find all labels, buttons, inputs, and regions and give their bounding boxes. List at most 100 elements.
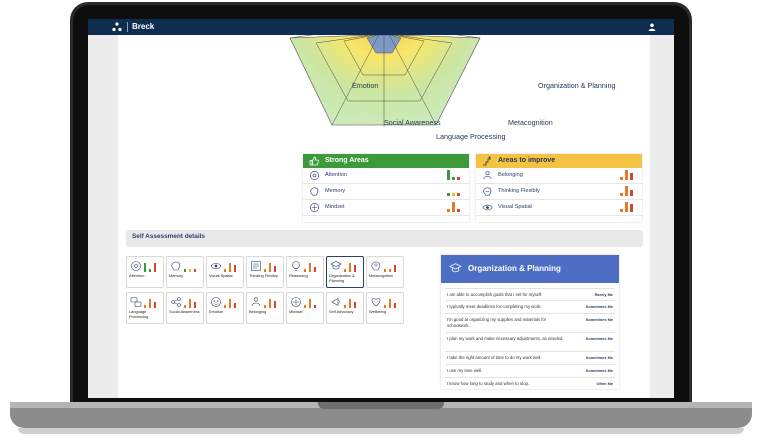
tile-label: Memory: [169, 273, 184, 278]
improve-area-label: Thinking Flexibly: [498, 188, 540, 194]
improve-area-label: Belonging: [498, 172, 523, 178]
detail-title: Organization & Planning: [468, 264, 561, 273]
belonging-icon: [251, 297, 261, 307]
score-bars: [184, 262, 200, 272]
thinking-flexibly-icon: [251, 261, 261, 271]
screen: Breck Emotion Organization & Planning So…: [88, 19, 674, 398]
brand-name[interactable]: Breck: [132, 21, 154, 33]
answer-text: Sometimes Me: [585, 368, 613, 373]
belonging-icon: [483, 171, 492, 180]
wellbeing-icon: [371, 298, 381, 307]
self-assessment-title: Self Assessment details: [132, 233, 205, 240]
detail-panel: Organization & Planning I am able to acc…: [441, 255, 619, 389]
tile-social-awareness[interactable]: Social Awareness: [166, 292, 204, 324]
score-bars: [620, 170, 634, 180]
question-row: I use my time well. Sometimes Me: [445, 364, 615, 377]
score-bars: [304, 298, 320, 308]
score-bars: [384, 298, 400, 308]
memory-icon: [310, 187, 319, 196]
score-bars: [144, 298, 160, 308]
score-bars: [264, 262, 280, 272]
tile-language-processing[interactable]: Language Processing: [126, 292, 164, 324]
score-bars: [447, 202, 461, 212]
score-bars: [304, 262, 320, 272]
answer-text: Sometimes Me: [585, 304, 613, 309]
answer-text: Sometimes Me: [585, 355, 613, 360]
improve-area-row[interactable]: Visual Spatial: [476, 200, 642, 216]
strong-area-row[interactable]: Memory: [303, 184, 469, 200]
strong-area-row[interactable]: Mindset: [303, 200, 469, 216]
answer-text: Sometimes Me: [585, 336, 613, 341]
score-bars: [384, 262, 400, 272]
attention-icon: [310, 171, 319, 180]
question-row: I typically meet deadlines for completin…: [445, 300, 615, 313]
tile-label: Belonging: [249, 309, 267, 314]
visual-spatial-icon: [210, 263, 222, 269]
question-text: I typically meet deadlines for completin…: [447, 304, 542, 309]
strong-areas-header: Strong Areas: [303, 154, 469, 168]
improve-area-row[interactable]: Belonging: [476, 168, 642, 184]
tile-wellbeing[interactable]: Wellbeing: [366, 292, 404, 324]
language-processing-icon: [130, 297, 142, 307]
score-bars: [344, 262, 360, 272]
attention-icon: [131, 261, 141, 271]
tile-label: Visual Spatial: [209, 273, 233, 278]
laptop-shadow: [18, 428, 744, 434]
score-bars: [620, 186, 634, 196]
radar-axis-label: Organization & Planning: [538, 81, 616, 90]
tile-visual-spatial[interactable]: Visual Spatial: [206, 256, 244, 288]
score-bars: [224, 262, 240, 272]
question-row: I take the right amount of time to do my…: [445, 351, 615, 364]
detail-header: Organization & Planning: [441, 255, 619, 283]
tile-label: Wellbeing: [369, 309, 387, 314]
user-icon[interactable]: [648, 23, 656, 31]
app-logo-icon[interactable]: [112, 22, 122, 32]
tile-label: Attention: [129, 273, 145, 278]
visual-spatial-icon: [482, 204, 493, 211]
score-bars: [224, 298, 240, 308]
question-text: I know how long to study and when to sto…: [447, 381, 530, 386]
strong-area-label: Attention: [325, 172, 348, 178]
tile-self-advocacy[interactable]: Self Advocacy: [326, 292, 364, 324]
radar-axis-label: Language Processing: [436, 132, 506, 141]
strong-areas-title: Strong Areas: [325, 157, 369, 164]
tile-thinking-flexibly[interactable]: Thinking Flexibly: [246, 256, 284, 288]
strong-area-label: Memory: [325, 188, 346, 194]
tile-attention[interactable]: Attention: [126, 256, 164, 288]
tile-label: Social Awareness: [169, 309, 200, 314]
tile-metacognition[interactable]: Metacognition: [366, 256, 404, 288]
memory-icon: [171, 261, 181, 271]
tile-label: Self Advocacy: [329, 309, 354, 314]
question-row: I know how long to study and when to sto…: [445, 377, 615, 389]
tile-emotion[interactable]: Emotion: [206, 292, 244, 324]
question-text: I am able to accomplish goals that I set…: [447, 292, 543, 297]
mindset-icon: [310, 203, 319, 212]
score-bars: [344, 298, 360, 308]
radar-axis-label: Social Awareness: [384, 118, 441, 127]
tile-label: Mindset: [289, 309, 303, 314]
tile-organization-planning[interactable]: Organization & Planning: [326, 256, 364, 288]
tile-belonging[interactable]: Belonging: [246, 292, 284, 324]
improve-areas-header: Areas to improve: [476, 154, 642, 168]
metacognition-icon: [371, 261, 381, 271]
improve-areas-title: Areas to improve: [498, 157, 556, 164]
tile-mindset[interactable]: Mindset: [286, 292, 324, 324]
score-bars: [264, 298, 280, 308]
score-bars: [184, 298, 200, 308]
mindset-icon: [291, 297, 301, 307]
question-row: I plan my work and make necessary adjust…: [445, 332, 615, 351]
score-bars: [447, 186, 461, 196]
answer-text: Rarely Me: [594, 292, 613, 297]
strong-area-row[interactable]: Attention: [303, 168, 469, 184]
improve-area-label: Visual Spatial: [498, 204, 532, 210]
question-text: I take the right amount of time to do my…: [447, 355, 542, 360]
organization-icon: [330, 261, 342, 270]
tile-reasoning[interactable]: Reasoning: [286, 256, 324, 288]
question-row: I'm good at organizing my supplies and m…: [445, 313, 615, 332]
improve-areas-card: Areas to improve Belonging Thinking Flex…: [476, 154, 642, 222]
radar-axis-label: Metacognition: [508, 118, 553, 127]
tile-memory[interactable]: Memory: [166, 256, 204, 288]
question-text: I plan my work and make necessary adjust…: [447, 336, 564, 341]
improve-area-row[interactable]: Thinking Flexibly: [476, 184, 642, 200]
score-bars: [620, 202, 634, 212]
